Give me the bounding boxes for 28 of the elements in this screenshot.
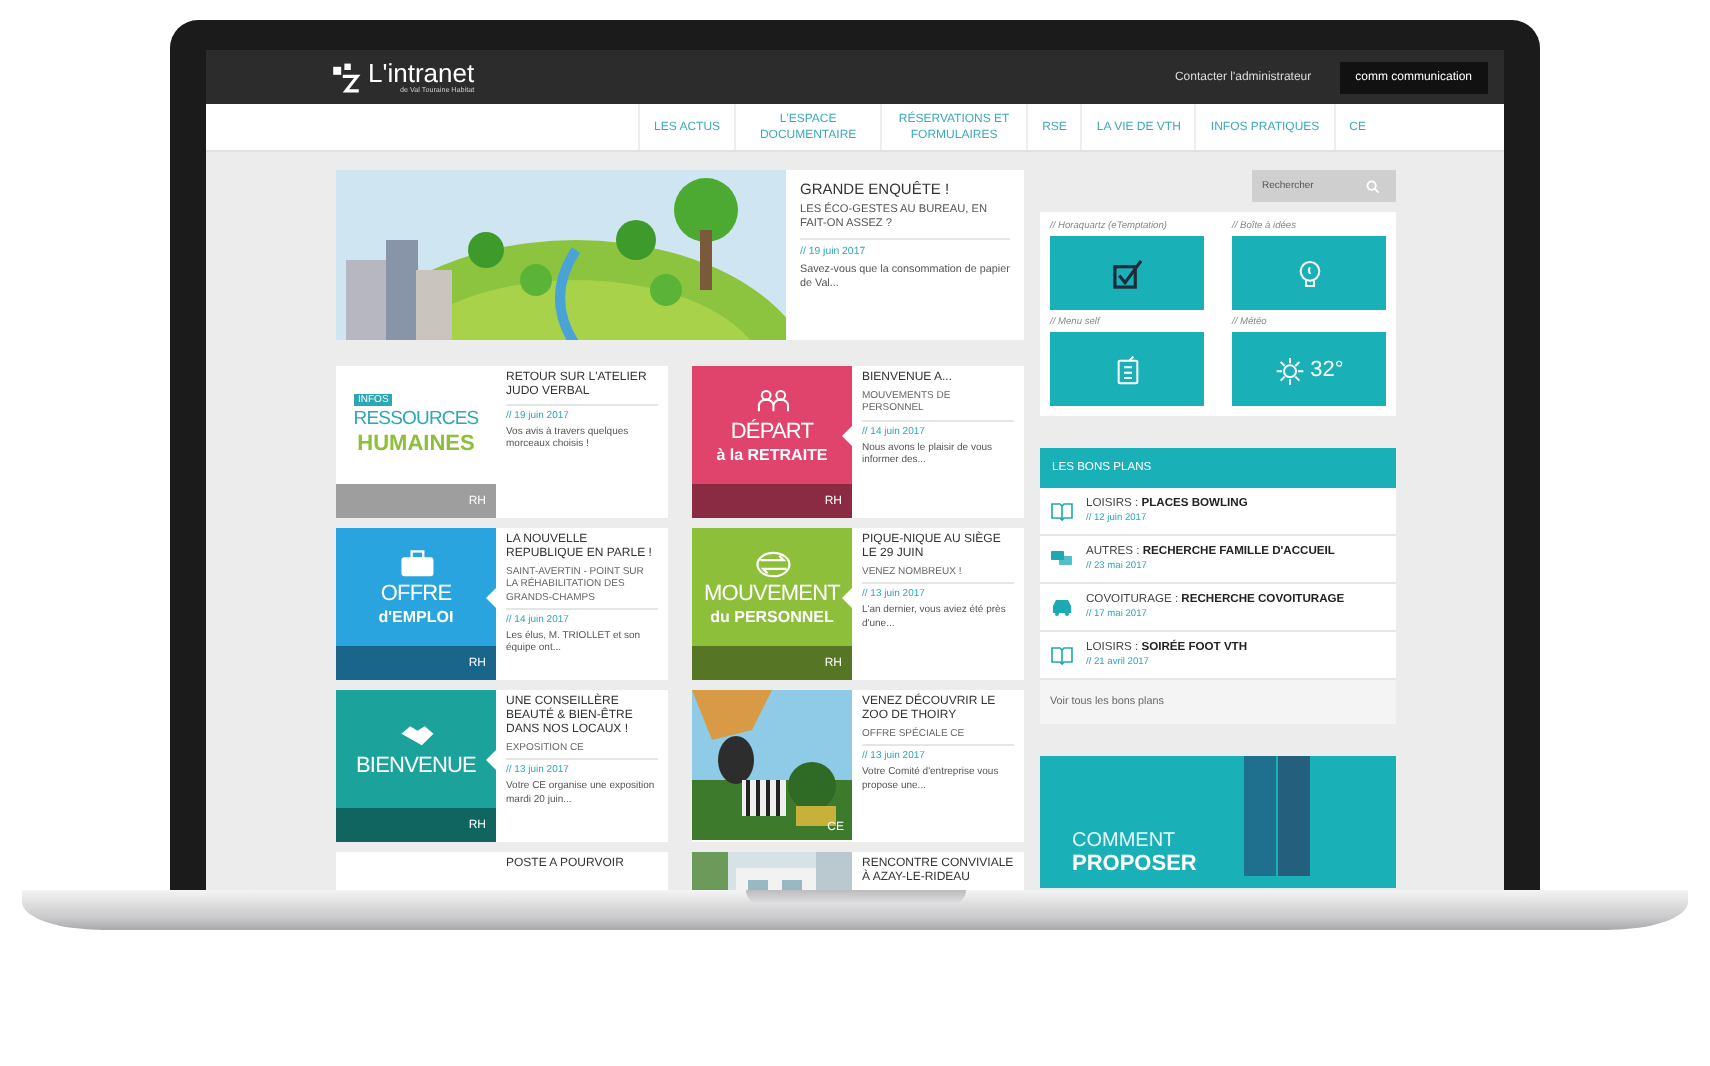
search-icon bbox=[1366, 179, 1380, 193]
tile-subheading: HUMAINES bbox=[357, 432, 475, 456]
tile-subheading: d'EMPLOI bbox=[378, 607, 454, 625]
banner-text: COMMENT bbox=[1072, 830, 1178, 852]
suitcase-icon bbox=[396, 549, 436, 581]
tile-subheading: à la RETRAITE bbox=[716, 445, 828, 463]
widget-tile[interactable] bbox=[1050, 332, 1204, 406]
temperature-reading: 32° bbox=[1310, 357, 1344, 381]
chat-icon bbox=[1050, 548, 1074, 570]
arrows-icon bbox=[752, 549, 792, 581]
car-icon bbox=[1050, 596, 1074, 618]
tile-heading: DÉPART bbox=[730, 421, 814, 443]
sun-icon bbox=[1274, 353, 1307, 385]
book-icon bbox=[1050, 500, 1074, 522]
checkbox-icon bbox=[1107, 257, 1147, 289]
banner-drawing bbox=[1244, 756, 1312, 876]
banner-heading: PROPOSER bbox=[1072, 852, 1199, 876]
tile-heading: RESSOURCES bbox=[353, 408, 479, 430]
book-icon bbox=[1050, 644, 1074, 666]
tile-subheading: du PERSONNEL bbox=[710, 607, 834, 625]
logo-icon bbox=[330, 61, 362, 93]
tile-heading: BIENVENUE bbox=[356, 755, 476, 777]
widget-tile[interactable]: 32° bbox=[1232, 332, 1386, 406]
tile-heading: OFFRE bbox=[380, 583, 452, 605]
tile-heading: MOUVEMENT bbox=[704, 583, 840, 605]
widget-tile[interactable] bbox=[1050, 236, 1204, 310]
logo-title: L'intranet bbox=[368, 61, 475, 85]
widget-tile[interactable] bbox=[1232, 236, 1386, 310]
